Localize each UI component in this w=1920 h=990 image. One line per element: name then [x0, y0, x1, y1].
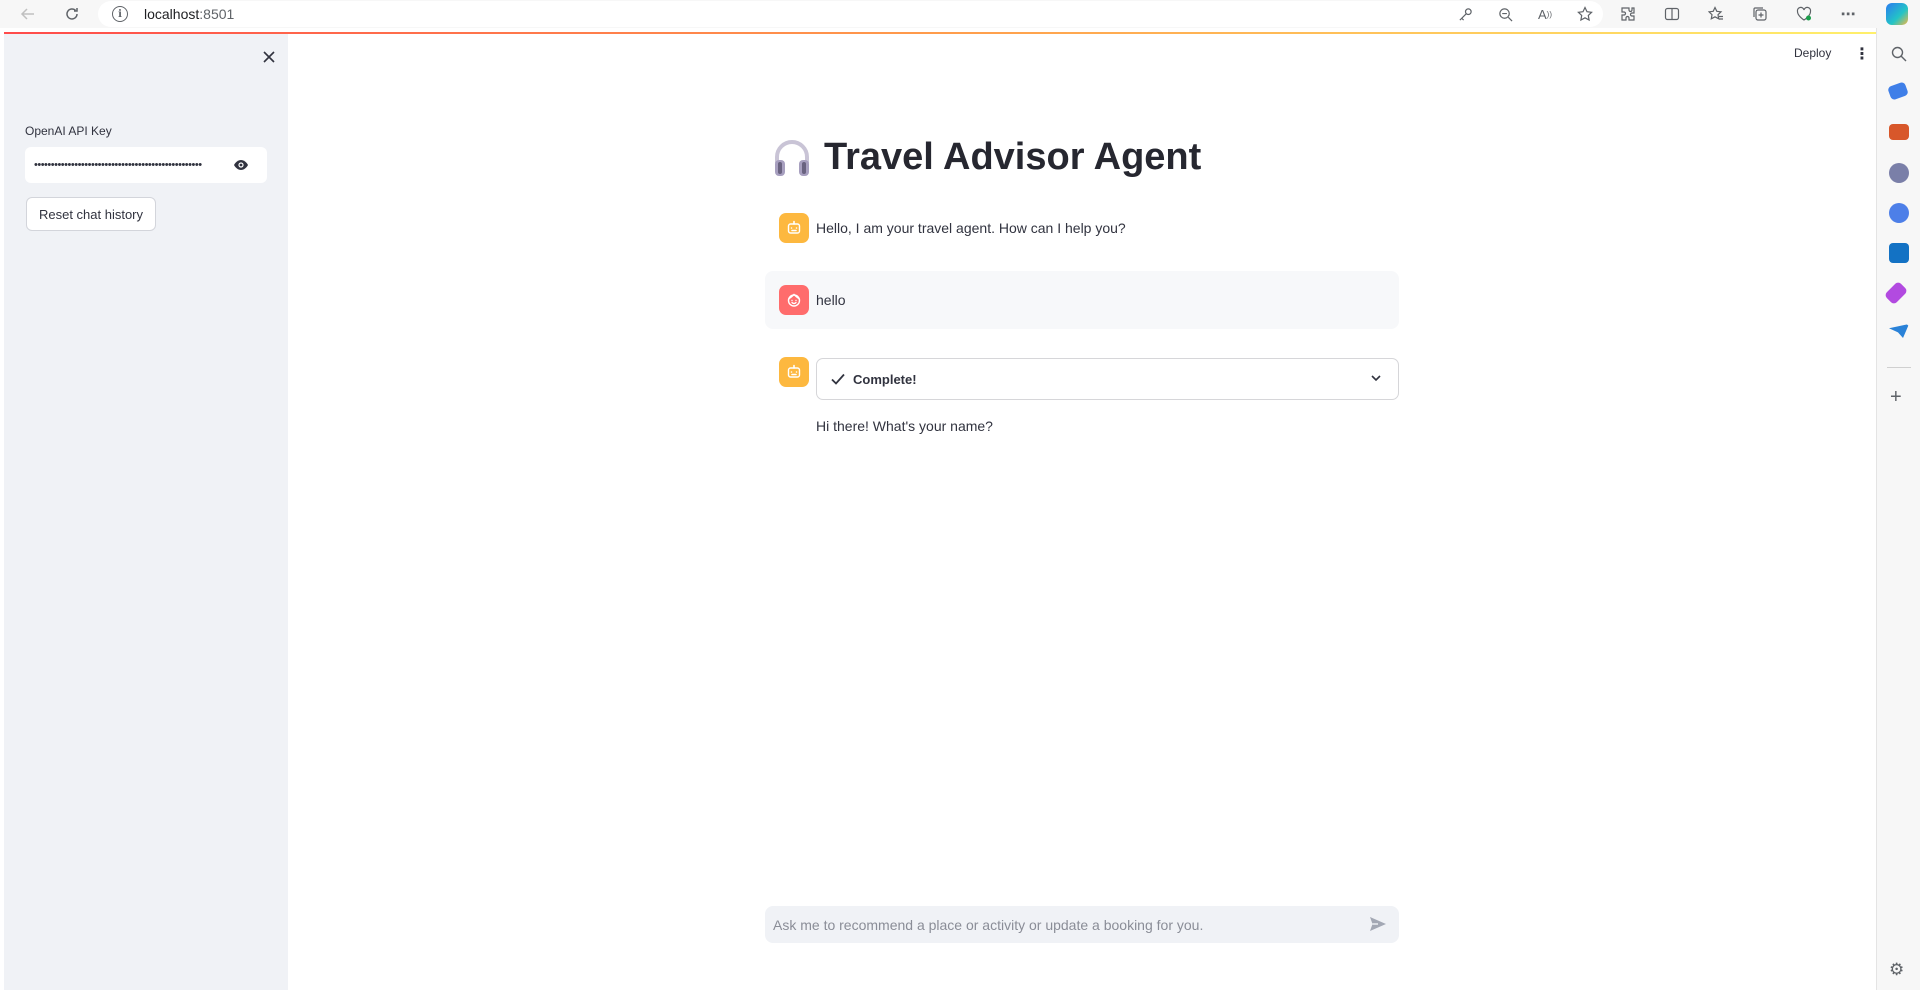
- status-label: Complete!: [853, 371, 917, 387]
- more-menu-icon[interactable]: ⋯: [1838, 4, 1858, 24]
- chevron-down-icon[interactable]: [1370, 372, 1382, 384]
- zoom-out-icon[interactable]: [1495, 4, 1515, 24]
- api-key-field[interactable]: ••••••••••••••••••••••••••••••••••••••••…: [25, 147, 267, 183]
- message-text: hello: [816, 292, 846, 308]
- key-icon[interactable]: [1455, 4, 1475, 24]
- url-text: localhost:8501: [144, 6, 235, 22]
- games-icon[interactable]: [1889, 163, 1909, 183]
- chat-message-assistant: Hello, I am your travel agent. How can I…: [765, 212, 1399, 244]
- site-info-icon[interactable]: i: [112, 6, 128, 22]
- api-key-value[interactable]: ••••••••••••••••••••••••••••••••••••••••…: [34, 159, 214, 171]
- microsoft-365-icon[interactable]: [1889, 203, 1909, 223]
- deploy-button[interactable]: Deploy: [1794, 46, 1831, 60]
- designer-icon[interactable]: [1883, 280, 1909, 306]
- bot-avatar-icon: [779, 357, 809, 387]
- chat-input-box[interactable]: [765, 906, 1399, 943]
- favorite-star-icon[interactable]: [1575, 4, 1595, 24]
- reload-icon[interactable]: [58, 0, 86, 28]
- browser-essentials-icon[interactable]: [1794, 4, 1814, 24]
- chat-input[interactable]: [773, 916, 1353, 933]
- extensions-icon[interactable]: [1618, 4, 1638, 24]
- close-sidebar-icon[interactable]: [258, 46, 280, 68]
- chat-message-assistant: [765, 356, 809, 388]
- main-menu-icon[interactable]: ⋮: [1854, 44, 1870, 64]
- telegram-icon[interactable]: [1889, 324, 1909, 338]
- status-expander[interactable]: Complete!: [816, 358, 1399, 400]
- address-bar[interactable]: i localhost:8501 A)): [98, 1, 1603, 27]
- browser-sidebar: + ⚙: [1876, 28, 1920, 990]
- tools-briefcase-icon[interactable]: [1889, 124, 1909, 140]
- add-icon[interactable]: +: [1890, 386, 1902, 409]
- api-key-label: OpenAI API Key: [25, 124, 112, 138]
- split-screen-icon[interactable]: [1662, 4, 1682, 24]
- search-icon[interactable]: [1889, 44, 1909, 64]
- browser-toolbar: i localhost:8501 A)) ⋯: [0, 0, 1920, 28]
- back-icon[interactable]: [14, 0, 42, 28]
- sidebar-divider: [1887, 367, 1911, 368]
- send-icon[interactable]: [1369, 916, 1387, 932]
- message-text: Hi there! What's your name?: [816, 418, 993, 434]
- sidebar: OpenAI API Key •••••••••••••••••••••••••…: [4, 34, 288, 990]
- check-icon: [831, 373, 845, 385]
- collections-icon[interactable]: [1750, 4, 1770, 24]
- gear-icon[interactable]: ⚙: [1889, 960, 1904, 980]
- page-header: Travel Advisor Agent: [772, 136, 1201, 179]
- user-avatar-icon: [779, 285, 809, 315]
- message-text: Hello, I am your travel agent. How can I…: [816, 220, 1126, 236]
- show-password-icon[interactable]: [233, 158, 249, 172]
- copilot-icon[interactable]: [1886, 3, 1908, 25]
- bot-avatar-icon: [779, 213, 809, 243]
- outlook-icon[interactable]: [1889, 243, 1909, 263]
- shopping-tag-icon[interactable]: [1887, 81, 1909, 101]
- page-title: Travel Advisor Agent: [824, 136, 1202, 178]
- chat-message-user: hello: [765, 271, 1399, 329]
- headphones-icon: [775, 139, 809, 176]
- favorites-icon[interactable]: [1706, 4, 1726, 24]
- read-aloud-icon[interactable]: A)): [1535, 4, 1555, 24]
- reset-chat-button[interactable]: Reset chat history: [26, 197, 156, 231]
